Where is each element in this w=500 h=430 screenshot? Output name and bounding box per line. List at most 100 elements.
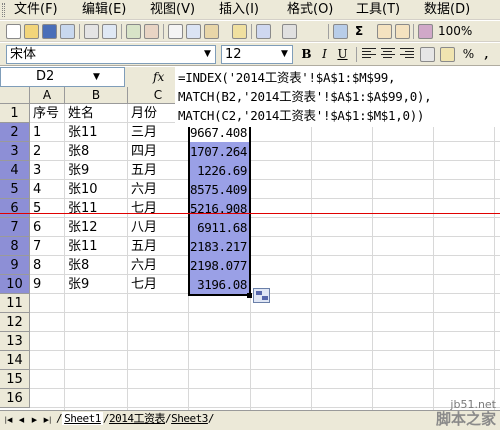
cell-seq[interactable]: 3 (31, 161, 41, 180)
menu-format[interactable]: 格式(O) (287, 0, 333, 20)
cell-name[interactable]: 张11 (66, 237, 98, 256)
underline-button[interactable]: U (334, 46, 351, 63)
tab-sheet1[interactable]: Sheet1 (62, 412, 103, 425)
sort-ascending-icon[interactable] (377, 24, 392, 39)
cell-header-seq[interactable]: 序号 (31, 104, 59, 123)
cell-month[interactable]: 七月 (129, 275, 157, 294)
row-header[interactable]: 7 (0, 218, 30, 237)
chart-wizard-icon[interactable] (418, 24, 433, 39)
cell-name[interactable]: 张12 (66, 218, 98, 237)
sort-descending-icon[interactable] (395, 24, 410, 39)
name-box[interactable]: D2 (0, 67, 125, 87)
format-painter-icon[interactable] (232, 24, 247, 39)
undo-icon[interactable] (256, 24, 271, 39)
tab-sheet3[interactable]: Sheet3 (171, 412, 208, 425)
row-header[interactable]: 12 (0, 313, 30, 332)
menu-edit[interactable]: 编辑(E) (82, 0, 126, 20)
new-icon[interactable] (6, 24, 21, 39)
row-header[interactable]: 11 (0, 294, 30, 313)
align-right-icon[interactable] (400, 48, 414, 61)
first-sheet-icon[interactable]: |◀ (3, 413, 14, 427)
row-header[interactable]: 15 (0, 370, 30, 389)
row-header[interactable]: 9 (0, 256, 30, 275)
print-preview-icon[interactable] (102, 24, 117, 39)
cell-seq[interactable]: 5 (31, 199, 41, 218)
row-header[interactable]: 5 (0, 180, 30, 199)
cell-month[interactable]: 四月 (129, 142, 157, 161)
cell-seq[interactable]: 1 (31, 123, 41, 142)
prev-sheet-icon[interactable]: ◀ (16, 413, 27, 427)
cell-month[interactable]: 三月 (129, 123, 157, 142)
cell-month[interactable]: 六月 (129, 180, 157, 199)
cell-month[interactable]: 七月 (129, 199, 157, 218)
align-left-icon[interactable] (362, 48, 376, 61)
hyperlink-icon[interactable] (333, 24, 348, 39)
row-header[interactable]: 10 (0, 275, 30, 294)
cell-name[interactable]: 张10 (66, 180, 98, 199)
percent-button[interactable]: % (460, 46, 477, 63)
spelling-icon[interactable] (126, 24, 141, 39)
cell-name[interactable]: 张11 (66, 123, 98, 142)
cell-seq[interactable]: 8 (31, 256, 41, 275)
cell-name[interactable]: 张8 (66, 256, 89, 275)
font-name-select[interactable]: 宋体 ▼ (6, 45, 216, 64)
paste-icon[interactable] (204, 24, 219, 39)
cut-icon[interactable] (168, 24, 183, 39)
cell-month[interactable]: 八月 (129, 218, 157, 237)
currency-icon[interactable] (440, 47, 455, 62)
menu-view[interactable]: 视图(V) (150, 0, 195, 20)
column-header-a[interactable]: A (30, 87, 65, 104)
row-header[interactable]: 14 (0, 351, 30, 370)
row-header[interactable]: 16 (0, 389, 30, 408)
cell-seq[interactable]: 7 (31, 237, 41, 256)
cell-month[interactable]: 五月 (129, 237, 157, 256)
row-header[interactable]: 4 (0, 161, 30, 180)
cell-name[interactable]: 张9 (66, 275, 89, 294)
worksheet-grid[interactable]: A B C D 1 2 3 4 5 6 7 8 9 10 11 12 13 14… (0, 87, 500, 410)
paste-options-icon[interactable] (253, 288, 270, 303)
comma-button[interactable]: , (478, 46, 495, 63)
cell-name[interactable]: 张11 (66, 199, 98, 218)
chevron-down-icon[interactable]: ▼ (93, 69, 100, 85)
zoom-level[interactable]: 100% (438, 23, 472, 39)
fill-handle[interactable] (247, 293, 252, 298)
copy-icon[interactable] (186, 24, 201, 39)
row-header[interactable]: 6 (0, 199, 30, 218)
row-header[interactable]: 3 (0, 142, 30, 161)
research-icon[interactable] (144, 24, 159, 39)
last-sheet-icon[interactable]: ▶| (42, 413, 53, 427)
menu-data[interactable]: 数据(D) (424, 0, 470, 20)
save-icon[interactable] (42, 24, 57, 39)
menu-tools[interactable]: 工具(T) (356, 0, 400, 20)
cell-header-month[interactable]: 月份 (129, 104, 157, 123)
cell-header-name[interactable]: 姓名 (66, 104, 94, 123)
cell-month[interactable]: 六月 (129, 256, 157, 275)
permission-icon[interactable] (60, 24, 75, 39)
menu-insert[interactable]: 插入(I) (219, 0, 259, 20)
cell-seq[interactable]: 2 (31, 142, 41, 161)
cell-seq[interactable]: 4 (31, 180, 41, 199)
chevron-down-icon[interactable]: ▼ (200, 46, 215, 63)
autosum-icon[interactable]: Σ (355, 23, 363, 39)
font-size-select[interactable]: 12 ▼ (221, 45, 293, 64)
row-header[interactable]: 13 (0, 332, 30, 351)
column-header-b[interactable]: B (65, 87, 128, 104)
next-sheet-icon[interactable]: ▶ (29, 413, 40, 427)
open-icon[interactable] (24, 24, 39, 39)
select-all-button[interactable] (0, 87, 30, 104)
tab-2014-salary[interactable]: 2014工资表 (109, 412, 166, 425)
menu-file[interactable]: 文件(F) (14, 0, 58, 20)
redo-icon[interactable] (282, 24, 297, 39)
fx-icon[interactable]: fx (153, 69, 164, 85)
formula-input[interactable]: =INDEX('2014工资表'!$A$1:$M$99, MATCH(B2,'2… (175, 67, 500, 127)
italic-button[interactable]: I (316, 46, 333, 63)
cell-seq[interactable]: 9 (31, 275, 41, 294)
print-icon[interactable] (84, 24, 99, 39)
bold-button[interactable]: B (298, 46, 315, 63)
cell-month[interactable]: 五月 (129, 161, 157, 180)
row-header[interactable]: 2 (0, 123, 30, 142)
cell-name[interactable]: 张9 (66, 161, 89, 180)
cell-seq[interactable]: 6 (31, 218, 41, 237)
row-header[interactable]: 1 (0, 104, 30, 123)
row-header[interactable]: 8 (0, 237, 30, 256)
